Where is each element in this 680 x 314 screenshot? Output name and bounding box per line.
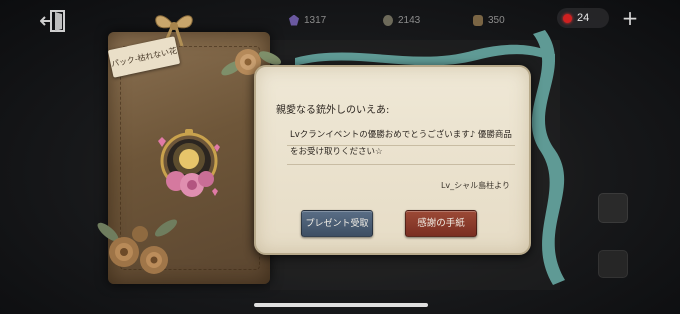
gem-counter: 1317 xyxy=(289,13,326,27)
side-menu-icon-2[interactable] xyxy=(598,250,628,278)
rose-bouquet-icon xyxy=(97,219,178,274)
red-orb-value: 24 xyxy=(577,12,590,24)
letter-greeting: 親愛なる銃外しのいえあ: xyxy=(276,105,390,116)
clue-icon xyxy=(383,14,393,26)
letter-message: Lvクランイベントの優勝おめでとうございます♪ 優勝商品をお受け取りください☆ xyxy=(290,130,512,157)
side-menu-icon[interactable] xyxy=(598,193,628,223)
red-orb-counter[interactable]: 24 xyxy=(557,8,609,28)
thank-you-letter-button[interactable]: 感謝の手紙 xyxy=(405,210,477,237)
coin-value: 350 xyxy=(488,14,505,26)
receive-gift-button[interactable]: プレゼント受取 xyxy=(301,210,373,237)
clue-counter: 2143 xyxy=(383,13,420,27)
letter-signature: Lv_シャル島柱より xyxy=(440,181,510,190)
coin-icon xyxy=(473,14,483,26)
coin-counter: 350 xyxy=(473,13,505,27)
flower-pendant-icon xyxy=(158,129,220,197)
red-orb-icon xyxy=(563,13,572,23)
purple-gem-icon xyxy=(289,14,299,26)
divider xyxy=(287,164,515,165)
add-currency-button[interactable]: + xyxy=(619,8,641,30)
exit-door-icon[interactable] xyxy=(39,8,70,34)
clue-value: 2143 xyxy=(398,14,421,26)
gem-value: 1317 xyxy=(304,14,327,26)
home-indicator[interactable] xyxy=(254,303,428,307)
